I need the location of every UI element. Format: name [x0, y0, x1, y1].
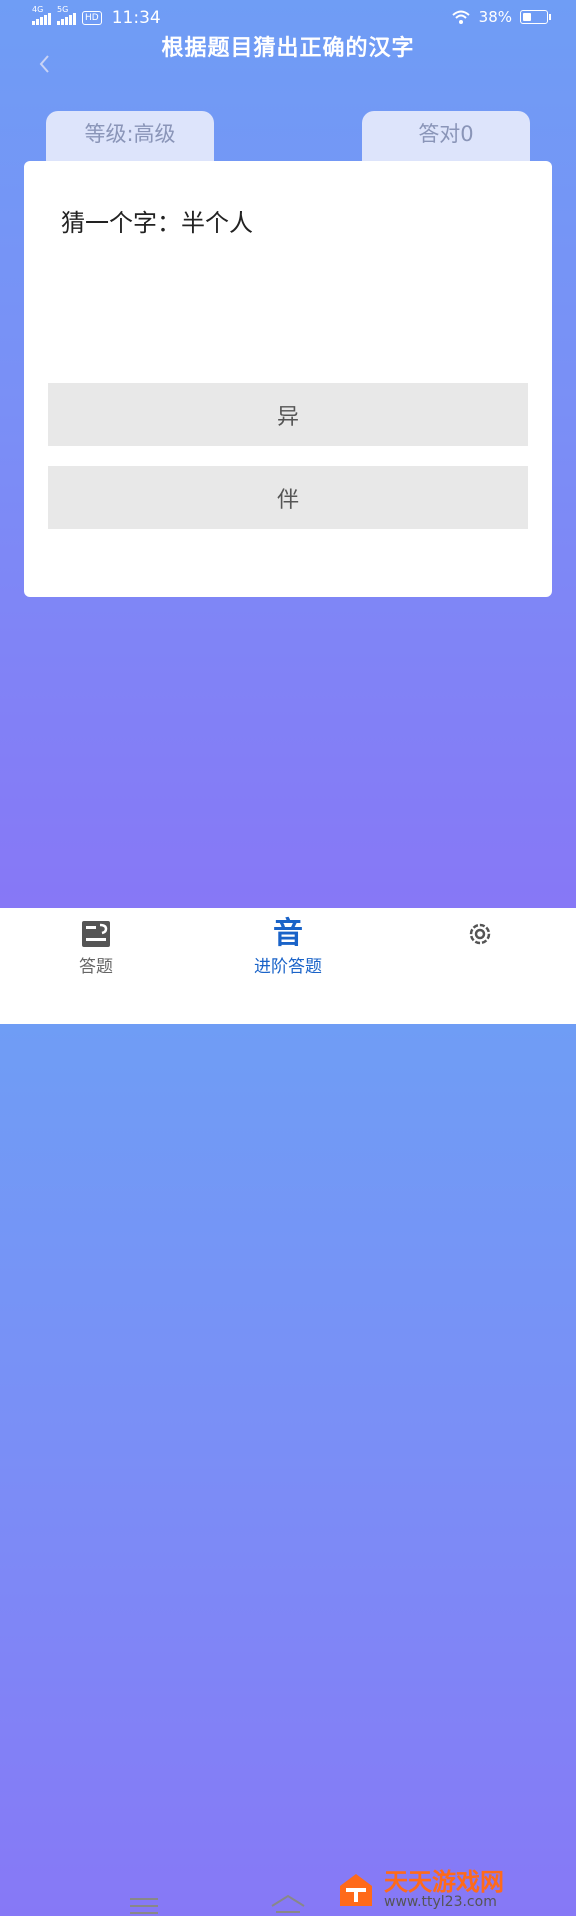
status-left: 4G 5G HD 11:34	[32, 5, 161, 28]
question-card: 猜一个字：半个人 异 伴	[24, 161, 552, 597]
battery-icon	[520, 10, 551, 24]
watermark: 天天游戏网 www.ttyl23.com	[336, 1870, 504, 1910]
home-icon[interactable]	[268, 1892, 308, 1916]
answer-option-2[interactable]: 伴	[48, 466, 528, 529]
answer-option-1[interactable]: 异	[48, 383, 528, 446]
watermark-brand: 天天游戏网	[384, 1868, 504, 1896]
bottom-navigation: 答题 音 进阶答题 天天游戏网 www.ttyl23.com	[0, 908, 576, 1914]
wifi-icon	[451, 10, 470, 24]
level-tab: 等级:高级	[46, 111, 214, 161]
battery-percent: 38%	[478, 8, 512, 26]
nav-item-quiz[interactable]: 答题	[36, 918, 156, 977]
hd-badge: HD	[82, 11, 102, 25]
menu-icon[interactable]	[130, 1896, 160, 1916]
advanced-icon: 音	[273, 916, 303, 951]
quiz-icon	[82, 921, 110, 947]
watermark-text: 天天游戏网 www.ttyl23.com	[384, 1870, 504, 1910]
watermark-url: www.ttyl23.com	[384, 1894, 497, 1910]
page-title: 根据题目猜出正确的汉字	[161, 36, 415, 61]
score-tab: 答对0	[362, 111, 530, 161]
status-right: 38%	[451, 8, 551, 26]
question-text: 猜一个字：半个人	[61, 209, 253, 237]
clock: 11:34	[111, 8, 161, 28]
nav-item-settings[interactable]	[420, 918, 540, 952]
nav-label-quiz: 答题	[79, 957, 113, 977]
nav-label-advanced: 进阶答题	[254, 957, 322, 977]
watermark-logo-icon	[340, 1874, 372, 1906]
signal-icon-1: 4G	[32, 5, 51, 25]
nav-item-advanced[interactable]: 音 进阶答题	[228, 916, 348, 978]
gear-icon	[469, 923, 491, 945]
signal-icon-2: 5G	[57, 5, 76, 25]
